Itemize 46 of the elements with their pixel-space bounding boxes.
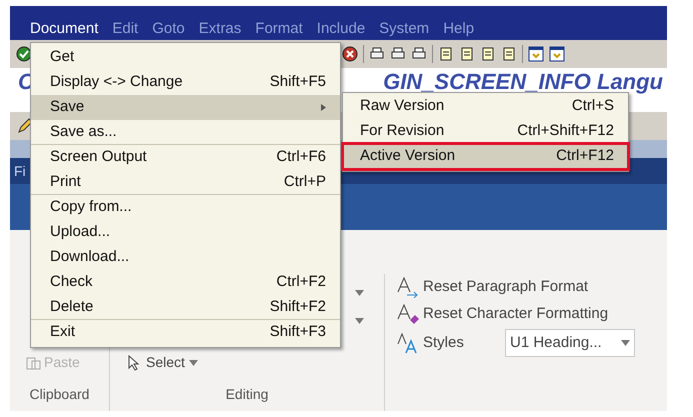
document-icon[interactable] — [459, 46, 475, 62]
submenu-arrow-icon — [321, 104, 326, 111]
menu-item[interactable]: Edit — [112, 19, 138, 39]
style-dropdown[interactable]: U1 Heading... — [505, 329, 635, 357]
reset-paragraph-button[interactable]: Reset Paragraph Format — [423, 276, 588, 298]
menu-item[interactable]: Extras — [198, 19, 242, 39]
document-icon[interactable] — [438, 46, 454, 62]
menu-item[interactable]: Format — [255, 19, 303, 39]
document-icon[interactable] — [480, 46, 496, 62]
menu-item[interactable]: Goto — [152, 19, 185, 39]
text-eraser-icon[interactable] — [397, 302, 421, 325]
menu-entry[interactable]: Copy from... — [31, 195, 340, 220]
menu-entry[interactable]: Save — [31, 95, 340, 120]
window-title: Fi — [14, 162, 26, 180]
menu-entry[interactable]: Save as... — [31, 120, 340, 145]
menu-entry[interactable]: Exit Shift+F3 — [31, 320, 340, 345]
menu-entry[interactable]: Print Ctrl+P — [31, 170, 340, 195]
menu-item[interactable]: Include — [316, 19, 366, 39]
cancel-icon[interactable] — [342, 46, 358, 62]
menu-entry[interactable]: Get — [31, 45, 340, 70]
menu-entry[interactable]: Check Ctrl+F2 — [31, 270, 340, 295]
cursor-icon[interactable] — [126, 354, 142, 370]
menu-entry[interactable]: Upload... — [31, 220, 340, 245]
menu-entry[interactable]: Raw Version Ctrl+S — [343, 94, 628, 119]
caret-icon[interactable] — [188, 360, 198, 366]
caret-icon[interactable] — [355, 318, 364, 324]
document-icon[interactable] — [501, 46, 517, 62]
menu-entry[interactable]: Download... — [31, 245, 340, 270]
menu-entry[interactable]: Screen Output Ctrl+F6 — [31, 145, 340, 170]
window-icon[interactable] — [528, 46, 544, 62]
window-icon[interactable] — [549, 46, 565, 62]
caret-icon[interactable] — [621, 340, 630, 346]
menu-item[interactable]: Help — [443, 19, 474, 39]
menu-entry[interactable]: Delete Shift+F2 — [31, 295, 340, 320]
reset-character-button[interactable]: Reset Character Formatting — [423, 302, 608, 325]
menu-item[interactable]: System — [379, 19, 430, 39]
group-label: Editing — [226, 385, 268, 404]
select-button[interactable]: Select — [146, 352, 185, 373]
caret-icon[interactable] — [355, 290, 364, 296]
menu-item[interactable]: Document — [30, 19, 98, 39]
group-label: Clipboard — [30, 385, 90, 404]
menu-entry[interactable]: Display <-> Change Shift+F5 — [31, 70, 340, 95]
menu-entry[interactable]: Active Version Ctrl+F12 — [343, 144, 628, 169]
menu-entry[interactable]: For Revision Ctrl+Shift+F12 — [343, 119, 628, 144]
screen-title: GIN_SCREEN_INFO Langu — [383, 70, 663, 94]
styles-button[interactable]: Styles — [423, 332, 503, 354]
